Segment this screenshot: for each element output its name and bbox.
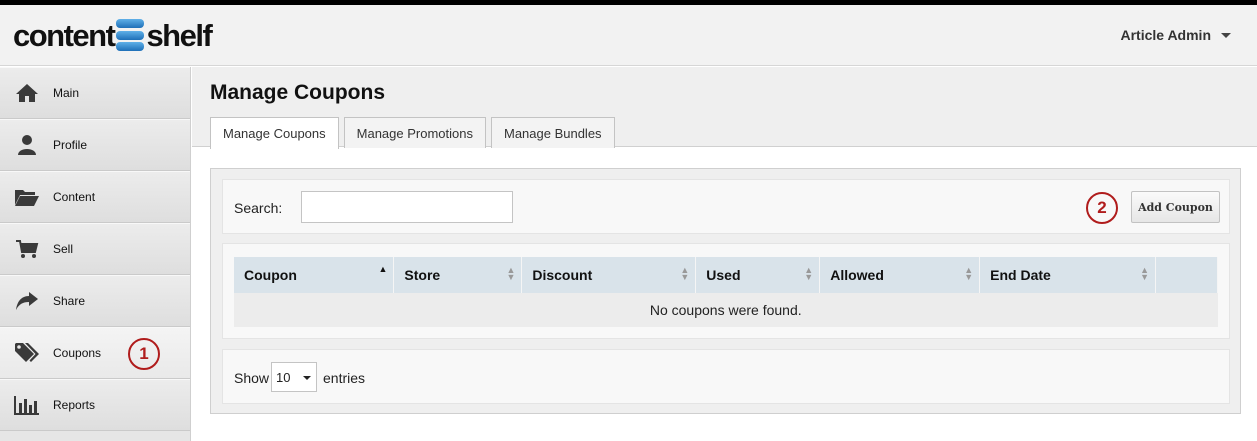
user-menu[interactable]: Article Admin: [1120, 27, 1231, 43]
entries-label: entries: [323, 370, 366, 386]
column-header-label: Store: [404, 267, 441, 283]
sidebar-item-main[interactable]: Main: [0, 67, 190, 119]
sidebar-item-label: Share: [53, 294, 86, 308]
caret-down-icon: [1221, 32, 1231, 38]
sidebar-item-share[interactable]: Share: [0, 275, 190, 327]
column-header-label: Discount: [532, 267, 593, 283]
pagination-bar: Show 10 entries: [222, 349, 1230, 404]
sort-both-icon: ▲ ▼: [1140, 265, 1150, 282]
column-header-used[interactable]: Used ▲ ▼: [695, 257, 821, 293]
cart-icon: [14, 238, 40, 260]
sort-both-icon: ▲ ▼: [804, 265, 814, 282]
sort-both-icon: ▲ ▼: [506, 265, 516, 282]
sort-both-icon: ▲ ▼: [964, 265, 974, 282]
sidebar-item-profile[interactable]: Profile: [0, 119, 190, 171]
column-header-allowed[interactable]: Allowed ▲ ▼: [819, 257, 981, 293]
home-icon: [14, 82, 40, 104]
add-coupon-button[interactable]: Add Coupon: [1131, 191, 1220, 223]
logo-text-left: content: [13, 17, 116, 53]
logo-text-right: shelf: [146, 17, 212, 53]
coupons-table-container: Coupon ▲ Store ▲ ▼ Discount ▲ ▼ Used ▲ ▼ Allowe…: [222, 243, 1230, 339]
tab-manage-coupons[interactable]: Manage Coupons: [210, 117, 339, 149]
tab-manage-promotions[interactable]: Manage Promotions: [343, 117, 486, 148]
sidebar-item-reports[interactable]: Reports: [0, 379, 190, 431]
table-header-row: Coupon ▲ Store ▲ ▼ Discount ▲ ▼ Used ▲ ▼ Allowe…: [234, 257, 1218, 293]
header: content shelf Article Admin: [0, 5, 1257, 66]
sidebar: Main Profile Content Sell Share Coupons …: [0, 67, 191, 441]
table-row: No coupons were found.: [234, 293, 1218, 327]
share-icon: [14, 290, 40, 312]
sort-both-icon: ▲ ▼: [680, 265, 690, 282]
callout-badge-1: 1: [128, 338, 160, 370]
sidebar-item-coupons[interactable]: Coupons 1: [0, 327, 190, 379]
sidebar-item-content[interactable]: Content: [0, 171, 190, 223]
sidebar-item-sell[interactable]: Sell: [0, 223, 190, 275]
callout-badge-2: 2: [1086, 192, 1118, 224]
sidebar-item-label: Profile: [53, 138, 88, 152]
coupons-panel: Search: 2 Add Coupon Coupon ▲ Store ▲ ▼ Dis…: [210, 168, 1241, 414]
tab-manage-bundles[interactable]: Manage Bundles: [490, 117, 615, 148]
search-toolbar: Search: 2 Add Coupon: [222, 179, 1230, 234]
column-header-discount[interactable]: Discount ▲ ▼: [521, 257, 697, 293]
chevron-down-icon: [303, 376, 311, 380]
folder-icon: [14, 186, 40, 208]
column-header-store[interactable]: Store ▲ ▼: [393, 257, 523, 293]
user-menu-label: Article Admin: [1120, 27, 1212, 43]
column-header-label: Allowed: [830, 267, 884, 283]
search-input[interactable]: [301, 191, 513, 223]
column-header-label: End Date: [990, 267, 1051, 283]
sidebar-item-label: Main: [53, 86, 80, 100]
show-label: Show: [234, 370, 270, 386]
sidebar-item-label: Coupons: [53, 346, 102, 360]
main-content: Manage Coupons Manage Coupons Manage Pro…: [192, 67, 1257, 441]
column-header-label: Used: [706, 267, 741, 283]
sidebar-item-label: Reports: [53, 398, 96, 412]
column-header-actions: [1155, 257, 1218, 293]
column-header-end-date[interactable]: End Date ▲ ▼: [979, 257, 1157, 293]
column-header-coupon[interactable]: Coupon ▲: [234, 257, 395, 293]
empty-table-message: No coupons were found.: [234, 293, 1218, 327]
column-header-label: Coupon: [244, 267, 297, 283]
user-icon: [14, 134, 40, 156]
title-band: Manage Coupons Manage Coupons Manage Pro…: [192, 67, 1257, 149]
bar-chart-icon: [14, 394, 40, 416]
entries-per-page-select[interactable]: 10: [271, 362, 317, 392]
sidebar-item-label: Sell: [53, 242, 74, 256]
coupons-table: Coupon ▲ Store ▲ ▼ Discount ▲ ▼ Used ▲ ▼ Allowe…: [234, 257, 1218, 327]
sort-ascending-icon: ▲: [378, 264, 388, 274]
page-title: Manage Coupons: [210, 81, 386, 104]
content-shelf-logo[interactable]: content shelf: [13, 15, 213, 55]
tags-icon: [14, 342, 40, 364]
search-label: Search:: [234, 200, 283, 216]
logo-mark-icon: [116, 19, 145, 51]
entries-select-value: 10: [276, 369, 291, 385]
sidebar-item-label: Content: [53, 190, 96, 204]
tab-bar: Manage Coupons Manage Promotions Manage …: [210, 117, 615, 149]
